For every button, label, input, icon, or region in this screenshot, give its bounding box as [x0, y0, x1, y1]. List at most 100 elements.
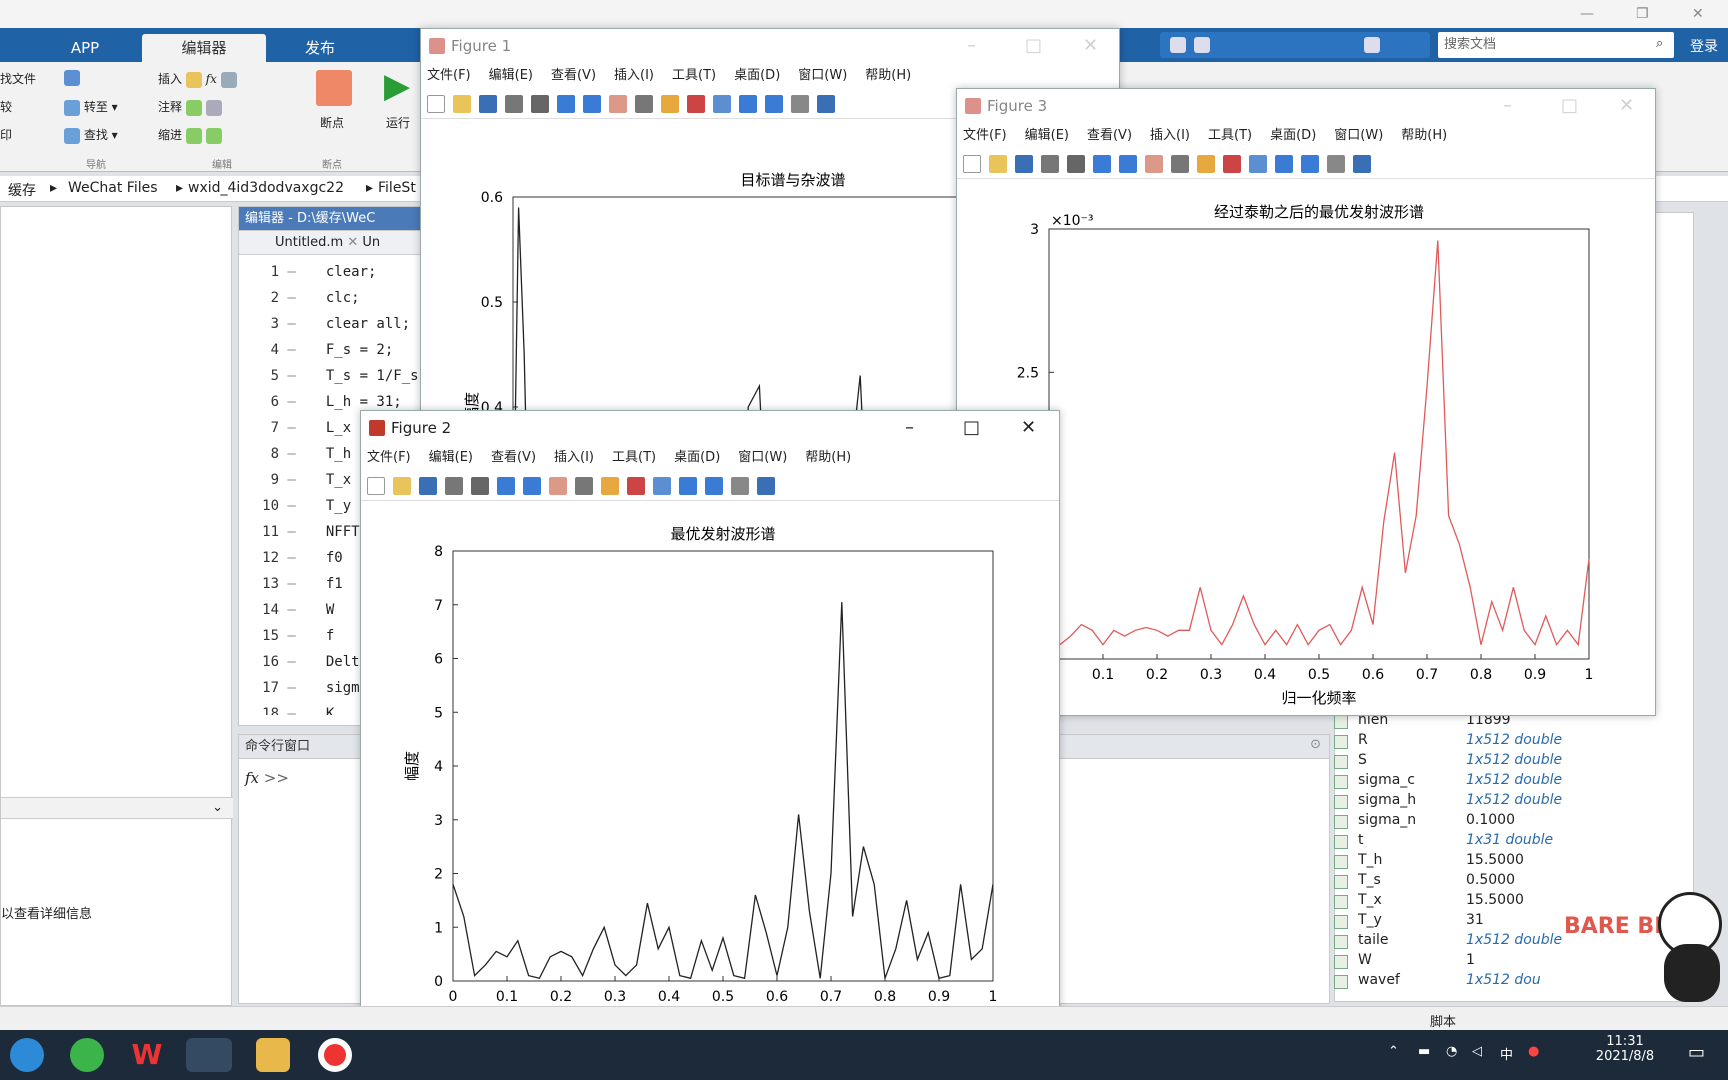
figure-menu-item[interactable]: 查看(V): [1087, 128, 1132, 143]
close-icon[interactable]: ✕: [1083, 29, 1098, 63]
save-icon[interactable]: [1170, 37, 1186, 53]
breakpoint-dash[interactable]: —: [279, 446, 295, 462]
rotate-icon[interactable]: [575, 477, 593, 495]
tab-untitled[interactable]: Untitled.m: [239, 235, 343, 250]
tray-arrow-icon[interactable]: ⌃: [1388, 1044, 1399, 1059]
workspace-row[interactable]: sigma_c 1x512 double: [1330, 772, 1670, 792]
print-button[interactable]: 印: [0, 126, 12, 143]
line-number[interactable]: 18: [239, 701, 279, 715]
link-icon[interactable]: [713, 95, 731, 113]
code-line[interactable]: 16 — Delt: [239, 649, 359, 675]
find-files-button[interactable]: 找文件: [0, 70, 36, 87]
login-link[interactable]: 登录: [1690, 36, 1718, 56]
ime-indicator[interactable]: 中: [1500, 1044, 1513, 1063]
line-number[interactable]: 16: [239, 649, 279, 675]
rotate-icon[interactable]: [635, 95, 653, 113]
tab-publish[interactable]: 发布: [270, 34, 370, 62]
open-icon[interactable]: [989, 155, 1007, 173]
notification-icon[interactable]: ▭: [1688, 1042, 1705, 1063]
breakpoint-dash[interactable]: —: [279, 550, 295, 566]
breakpoint-icon[interactable]: [316, 70, 352, 106]
tab-untitled2[interactable]: Un: [362, 235, 380, 250]
workspace-row[interactable]: sigma_n 0.1000: [1330, 812, 1670, 832]
dock-icon[interactable]: [757, 477, 775, 495]
code-line[interactable]: 17 — sigm: [239, 675, 359, 701]
workspace-row[interactable]: T_h 15.5000: [1330, 852, 1670, 872]
tab-app[interactable]: APP: [40, 34, 130, 62]
data-cursor-icon[interactable]: [601, 477, 619, 495]
figure-menu-item[interactable]: 文件(F): [963, 128, 1007, 143]
file-explorer-icon[interactable]: [256, 1038, 290, 1072]
brush-icon[interactable]: [627, 477, 645, 495]
goto-button[interactable]: 转至 ▾: [64, 98, 118, 116]
print-icon[interactable]: [1194, 37, 1211, 53]
zoom-out-icon[interactable]: [523, 477, 541, 495]
code-line[interactable]: 14 — W: [239, 597, 334, 623]
app-tray-icon[interactable]: ●: [1528, 1044, 1539, 1059]
run-button[interactable]: 运行: [386, 114, 410, 131]
edge-icon[interactable]: [10, 1038, 44, 1072]
colorbar-icon[interactable]: [679, 477, 697, 495]
wechat-icon[interactable]: [70, 1038, 104, 1072]
line-number[interactable]: 5: [239, 363, 279, 389]
breakpoint-dash[interactable]: —: [279, 498, 295, 514]
legend-icon[interactable]: [765, 95, 783, 113]
close-tab-icon[interactable]: ✕: [347, 235, 362, 250]
print-icon[interactable]: [505, 95, 523, 113]
figure-3-titlebar[interactable]: Figure 3 – □ ✕: [957, 89, 1655, 123]
search-icon[interactable]: ⌕: [1656, 36, 1663, 51]
figure-menu-item[interactable]: 插入(I): [554, 450, 594, 465]
figure-menu-item[interactable]: 插入(I): [1150, 128, 1190, 143]
maximize-icon[interactable]: □: [1561, 89, 1578, 123]
new-figure-icon[interactable]: [367, 477, 385, 495]
breakpoint-dash[interactable]: —: [279, 290, 295, 306]
tab-editor[interactable]: 编辑器: [142, 34, 266, 62]
clock[interactable]: 11:31 2021/8/8: [1590, 1034, 1660, 1064]
fx-icon[interactable]: fx: [206, 72, 217, 86]
print-icon[interactable]: [445, 477, 463, 495]
zoom-out-icon[interactable]: [583, 95, 601, 113]
breakpoint-button[interactable]: 断点: [320, 114, 344, 131]
maximize-icon[interactable]: □: [1025, 29, 1042, 63]
workspace-row[interactable]: sigma_h 1x512 double: [1330, 792, 1670, 812]
panel-menu-icon[interactable]: ⊙: [1310, 737, 1321, 752]
indent-button[interactable]: 缩进: [158, 126, 222, 144]
figure-menu-item[interactable]: 桌面(D): [674, 450, 720, 465]
close-icon[interactable]: ✕: [1021, 411, 1036, 445]
breakpoint-dash[interactable]: —: [279, 316, 295, 332]
figure-menu-item[interactable]: 工具(T): [612, 450, 656, 465]
code-line[interactable]: 5 — T_s = 1/F_s: [239, 363, 419, 389]
wps-icon[interactable]: W: [130, 1038, 164, 1072]
figure-menu-item[interactable]: 桌面(D): [734, 68, 780, 83]
figure-2-titlebar[interactable]: Figure 2 – □ ✕: [361, 411, 1059, 445]
brush-icon[interactable]: [687, 95, 705, 113]
dock-icon[interactable]: [817, 95, 835, 113]
command-prompt[interactable]: fx >>: [245, 769, 289, 787]
breakpoint-dash[interactable]: —: [279, 576, 295, 592]
breakpoint-dash[interactable]: —: [279, 264, 295, 280]
link-icon[interactable]: [1249, 155, 1267, 173]
breakpoint-dash[interactable]: —: [279, 602, 295, 618]
legend-icon[interactable]: [1301, 155, 1319, 173]
chevron-down-icon[interactable]: ⌄: [212, 800, 223, 815]
breadcrumb-filestorage[interactable]: FileSt: [378, 180, 416, 196]
code-line[interactable]: 4 — F_s = 2;: [239, 337, 394, 363]
code-line[interactable]: 15 — f: [239, 623, 334, 649]
figure-menu-item[interactable]: 查看(V): [491, 450, 536, 465]
pointer-icon[interactable]: [471, 477, 489, 495]
breakpoint-dash[interactable]: —: [279, 472, 295, 488]
line-number[interactable]: 4: [239, 337, 279, 363]
figure-menu-item[interactable]: 桌面(D): [1270, 128, 1316, 143]
code-line[interactable]: 9 — T_x: [239, 467, 352, 493]
line-number[interactable]: 10: [239, 493, 279, 519]
zoom-in-icon[interactable]: [557, 95, 575, 113]
line-number[interactable]: 14: [239, 597, 279, 623]
insert-button[interactable]: 插入 fx: [158, 70, 237, 88]
workspace-row[interactable]: S 1x512 double: [1330, 752, 1670, 772]
new-figure-icon[interactable]: [427, 95, 445, 113]
line-number[interactable]: 8: [239, 441, 279, 467]
matlab-taskbar-icon[interactable]: [186, 1038, 232, 1072]
breadcrumb-wechat[interactable]: WeChat Files: [68, 180, 158, 196]
details-collapse-bar[interactable]: ⌄: [1, 797, 233, 819]
minimize-icon[interactable]: –: [1503, 89, 1512, 123]
